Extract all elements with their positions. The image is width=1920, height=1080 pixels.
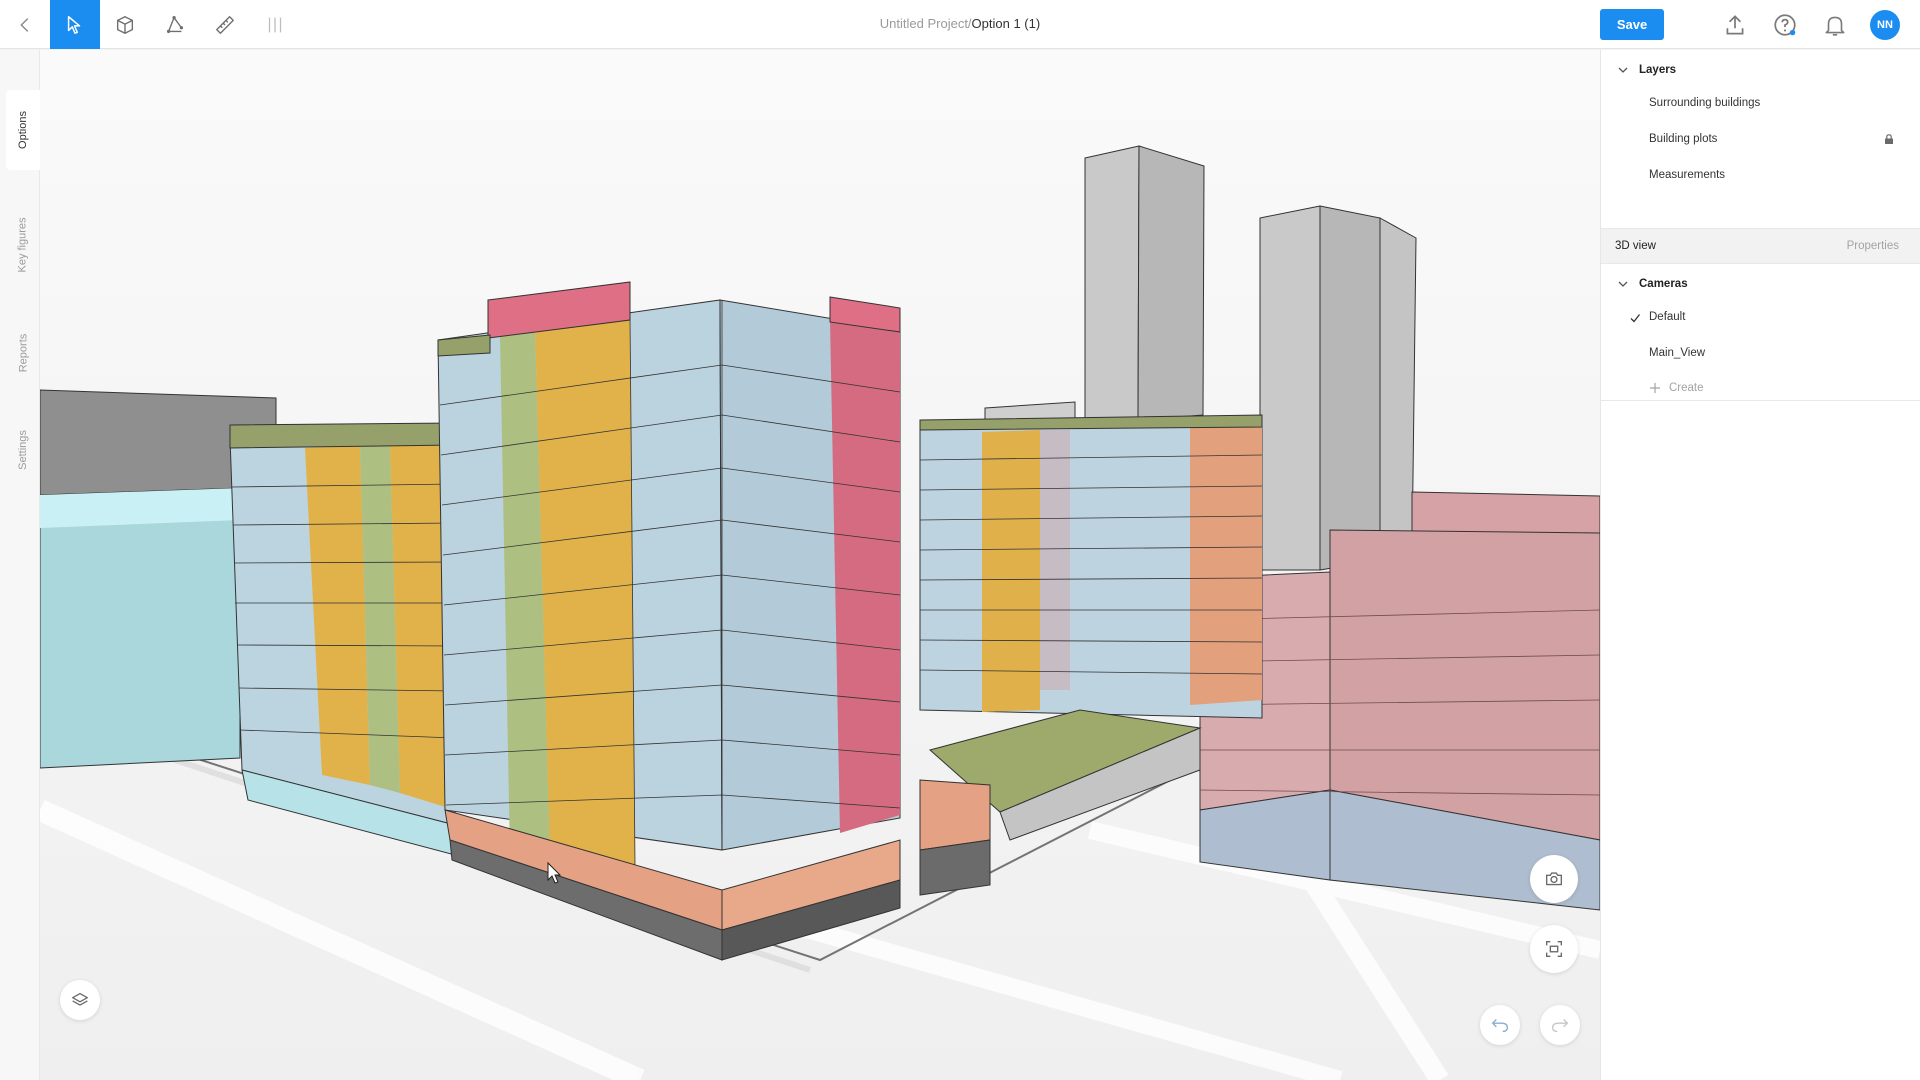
lock-icon[interactable] — [1883, 133, 1895, 145]
layer-item-label: Surrounding buildings — [1649, 97, 1761, 109]
background-tower-right — [1259, 205, 1417, 571]
measure-tool-button[interactable] — [200, 0, 250, 49]
layer-item-measurements[interactable]: Measurements — [1601, 162, 1920, 190]
layers-icon — [72, 992, 88, 1006]
cameras-header[interactable]: Cameras — [1601, 272, 1920, 296]
chevron-left-icon — [20, 17, 29, 32]
right-panel: Layers Surrounding buildings Building pl… — [1600, 50, 1920, 1080]
back-button[interactable] — [0, 0, 50, 49]
tab-options-label: Options — [17, 111, 30, 149]
chevron-down-icon — [1618, 67, 1628, 73]
tab-settings[interactable]: Settings — [6, 415, 40, 485]
camera-item-label: Default — [1649, 311, 1686, 323]
mid-right-building — [919, 401, 1263, 719]
left-tab-strip: Options Key figures Reports Settings — [0, 50, 40, 1080]
create-camera-label: Create — [1669, 382, 1704, 394]
tab-reports-label: Reports — [17, 333, 29, 373]
help-button[interactable] — [1772, 12, 1798, 38]
cameras-header-label: Cameras — [1639, 278, 1688, 290]
tab-key-figures[interactable]: Key figures — [6, 200, 40, 290]
background-tower-left — [1084, 145, 1205, 431]
3d-viewport[interactable] — [40, 50, 1600, 1080]
upload-button[interactable] — [1722, 12, 1748, 38]
layers-header-label: Layers — [1639, 64, 1677, 76]
check-icon — [1630, 314, 1641, 323]
upload-icon — [1726, 15, 1744, 35]
layer-item-label: Building plots — [1649, 133, 1718, 145]
view-properties-bar: 3D view Properties — [1601, 228, 1920, 264]
screenshot-button[interactable] — [1530, 855, 1578, 903]
camera-item-default[interactable]: Default — [1601, 304, 1920, 332]
undo-icon — [1491, 1019, 1509, 1033]
save-button[interactable]: Save — [1600, 9, 1664, 40]
avatar[interactable]: NN — [1870, 10, 1900, 40]
layers-header[interactable]: Layers — [1601, 58, 1920, 82]
box-tool-button[interactable] — [100, 0, 150, 49]
select-cursor-icon — [67, 15, 81, 34]
chevron-down-icon — [1618, 281, 1628, 287]
layer-item-building-plots[interactable]: Building plots — [1601, 126, 1920, 154]
camera-item-main-view[interactable]: Main_View — [1601, 340, 1920, 368]
layer-item-surrounding-buildings[interactable]: Surrounding buildings — [1601, 90, 1920, 118]
top-toolbar: Untitled Project/Option 1 (1) Save NN — [0, 0, 1920, 49]
camera-item-label: Main_View — [1649, 347, 1706, 359]
tab-properties[interactable]: Properties — [1847, 240, 1899, 252]
undo-button[interactable] — [1480, 1005, 1520, 1045]
plus-icon — [1650, 383, 1660, 393]
ruler-icon — [216, 15, 234, 34]
project-name: Untitled Project/ — [879, 16, 972, 31]
redo-icon — [1551, 1019, 1569, 1033]
frame-focus-icon — [1545, 940, 1563, 958]
camera-icon — [1545, 872, 1563, 886]
tab-reports[interactable]: Reports — [6, 318, 40, 388]
layer-item-label: Measurements — [1649, 169, 1726, 181]
tab-key-figures-label: Key figures — [17, 217, 29, 273]
layers-toggle-button[interactable] — [60, 980, 100, 1020]
panel-divider — [1601, 400, 1920, 401]
option-name[interactable]: Option 1 (1) — [972, 16, 1041, 31]
box-3d-icon — [116, 15, 134, 34]
polyline-tool-button[interactable] — [150, 0, 200, 49]
bell-icon — [1825, 16, 1845, 36]
redo-button[interactable] — [1540, 1005, 1580, 1045]
3d-scene[interactable] — [40, 50, 1600, 1080]
select-tool-button[interactable] — [50, 0, 100, 49]
notifications-button[interactable] — [1822, 12, 1848, 38]
grid-lines-icon — [268, 17, 282, 32]
focus-frame-button[interactable] — [1530, 925, 1578, 973]
polyline-icon — [166, 15, 184, 33]
tab-settings-label: Settings — [17, 430, 29, 470]
mid-left-building — [229, 422, 456, 856]
tab-options[interactable]: Options — [6, 90, 40, 170]
help-icon — [1774, 14, 1796, 36]
create-camera-button[interactable]: Create — [1601, 376, 1920, 400]
grid-tool-button[interactable] — [250, 0, 300, 49]
tab-3d-view[interactable]: 3D view — [1615, 240, 1656, 252]
